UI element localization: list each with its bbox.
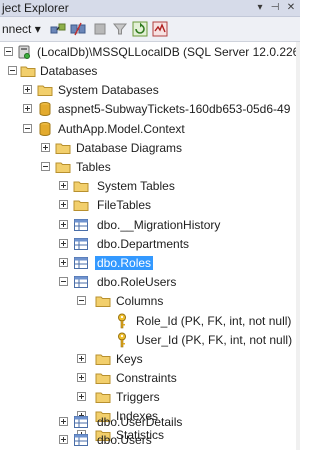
tree-node-filetables[interactable]: FileTables (0, 196, 300, 214)
expand-toggle[interactable] (59, 435, 68, 444)
folder-icon (95, 373, 111, 384)
tree-node-label: Columns (116, 294, 164, 308)
connect-button[interactable]: nnect ▾ (2, 22, 41, 36)
expand-toggle[interactable] (59, 220, 68, 229)
pin-icon[interactable]: ⊣ (268, 1, 282, 15)
tree-node-databases[interactable]: Databases (0, 62, 300, 80)
expand-toggle[interactable] (59, 239, 68, 248)
close-icon[interactable]: ✕ (284, 1, 298, 15)
vertical-scrollbar[interactable] (296, 42, 300, 450)
tree-node-columns[interactable]: Columns (0, 292, 300, 310)
tree-node-label: FileTables (97, 198, 152, 212)
tree-node-label: dbo.UserDetails (97, 415, 183, 429)
expand-toggle[interactable] (59, 181, 68, 190)
tree-node-label: dbo.Users (97, 433, 152, 447)
expand-toggle[interactable] (23, 85, 32, 94)
panel-title-bar: ject Explorer ▾ ⊣ ✕ (0, 0, 300, 17)
dropdown-icon[interactable]: ▾ (253, 1, 267, 15)
filter-icon[interactable] (112, 21, 128, 37)
expand-toggle[interactable] (77, 392, 86, 401)
database-icon (39, 102, 51, 116)
disconnect-icon[interactable] (70, 21, 86, 37)
tree-node-label: Keys (116, 352, 143, 366)
folder-icon (95, 296, 111, 307)
tree-node-label: Triggers (116, 390, 160, 404)
stop-icon[interactable] (92, 21, 108, 37)
tree-node-tables[interactable]: Tables (0, 158, 300, 176)
tree-node-database-diagrams[interactable]: Database Diagrams (0, 139, 300, 157)
key-icon (118, 313, 126, 329)
table-icon (74, 416, 88, 428)
object-explorer-tree: (LocalDb)\MSSQLLocalDB (SQL Server 12.0.… (0, 42, 300, 450)
server-icon (18, 45, 30, 59)
expand-toggle[interactable] (77, 354, 86, 363)
tree-node-table-userdetails[interactable]: dbo.UserDetails (0, 413, 300, 431)
expand-toggle[interactable] (59, 417, 68, 426)
tree-node-label: System Tables (97, 179, 175, 193)
folder-icon (95, 392, 111, 403)
panel-title: ject Explorer (2, 1, 69, 15)
activity-monitor-icon[interactable] (152, 21, 168, 37)
collapse-toggle[interactable] (41, 162, 50, 171)
object-explorer-toolbar: nnect ▾ (0, 17, 300, 42)
tree-node-label: Constraints (116, 371, 177, 385)
collapse-toggle[interactable] (77, 296, 86, 305)
refresh-icon[interactable] (132, 21, 148, 37)
folder-icon (73, 200, 89, 211)
tree-node-authapp-database[interactable]: AuthApp.Model.Context (0, 120, 300, 138)
expand-toggle[interactable] (59, 200, 68, 209)
tree-node-label: dbo.Departments (97, 237, 190, 251)
expand-toggle[interactable] (77, 373, 86, 382)
tree-node-label: AuthApp.Model.Context (58, 122, 185, 136)
tree-node-label: dbo.RoleUsers (97, 275, 177, 289)
collapse-toggle[interactable] (8, 66, 17, 75)
collapse-toggle[interactable] (59, 277, 68, 286)
tree-node-column-role-id[interactable]: Role_Id (PK, FK, int, not null) (0, 312, 300, 330)
tree-node-system-databases[interactable]: System Databases (0, 81, 300, 99)
folder-icon (20, 66, 36, 77)
database-icon (39, 122, 51, 136)
tree-node-table-users[interactable]: dbo.Users (0, 431, 300, 449)
expand-toggle[interactable] (41, 143, 50, 152)
tree-node-label: Tables (76, 160, 111, 174)
tree-node-label: Database Diagrams (76, 141, 183, 155)
folder-icon (73, 181, 89, 192)
tree-node-table-departments[interactable]: dbo.Departments (0, 235, 300, 253)
tree-node-triggers[interactable]: Triggers (0, 388, 300, 406)
expand-toggle[interactable] (59, 258, 68, 267)
tree-node-table-migrationhistory[interactable]: dbo.__MigrationHistory (0, 216, 300, 234)
folder-icon (95, 354, 111, 365)
tree-node-label: User_Id (PK, FK, int, not null) (136, 333, 293, 347)
tree-node-label: System Databases (58, 83, 159, 97)
tree-node-table-roleusers[interactable]: dbo.RoleUsers (0, 273, 300, 291)
tree-node-server[interactable]: (LocalDb)\MSSQLLocalDB (SQL Server 12.0.… (0, 43, 300, 61)
tree-node-label: Databases (40, 64, 98, 78)
collapse-toggle[interactable] (4, 47, 13, 56)
key-icon (118, 332, 126, 348)
tree-node-system-tables[interactable]: System Tables (0, 177, 300, 195)
table-icon (74, 219, 88, 231)
connect-object-icon[interactable] (50, 21, 66, 37)
tree-node-keys[interactable]: Keys (0, 350, 300, 368)
table-icon (74, 238, 88, 250)
tree-node-label: dbo.__MigrationHistory (97, 218, 221, 232)
tree-node-constraints[interactable]: Constraints (0, 369, 300, 387)
tree-node-column-user-id[interactable]: User_Id (PK, FK, int, not null) (0, 331, 300, 349)
tree-node-label: Role_Id (PK, FK, int, not null) (136, 314, 292, 328)
expand-toggle[interactable] (23, 104, 32, 113)
tree-node-aspnet5-database[interactable]: aspnet5-SubwayTickets-160db653-05d6-49 (0, 100, 300, 118)
collapse-toggle[interactable] (23, 124, 32, 133)
folder-icon (55, 162, 71, 173)
folder-icon (37, 85, 53, 96)
table-icon (74, 257, 88, 269)
table-icon (74, 434, 88, 446)
tree-node-label: dbo.Roles (95, 256, 154, 270)
tree-node-table-roles[interactable]: dbo.Roles (0, 254, 300, 272)
table-icon (74, 276, 88, 288)
folder-icon (55, 143, 71, 154)
tree-node-label: (LocalDb)\MSSQLLocalDB (SQL Server 12.0.… (37, 45, 300, 59)
tree-node-label: aspnet5-SubwayTickets-160db653-05d6-49 (58, 102, 291, 116)
